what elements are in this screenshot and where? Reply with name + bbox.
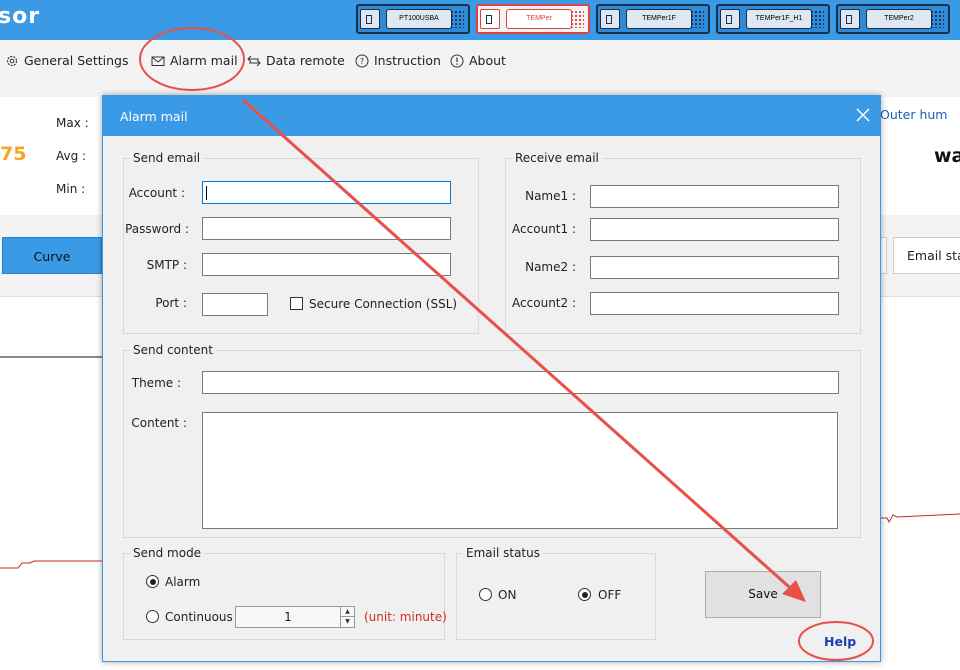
text-cursor <box>206 186 207 200</box>
menu-label: About <box>469 53 506 68</box>
email-status-on-label: ON <box>498 588 517 602</box>
port-label: Port : <box>155 296 187 310</box>
info-circle-icon <box>450 54 464 67</box>
group-title: Send mode <box>130 546 205 560</box>
usb-plug-icon <box>360 9 380 29</box>
group-title: Send email <box>130 151 204 165</box>
smtp-input[interactable] <box>202 253 451 276</box>
ssl-label: Secure Connection (SSL) <box>309 297 458 311</box>
interval-stepper[interactable]: 1 ▲ ▼ <box>235 606 355 628</box>
account1-input[interactable] <box>590 218 839 241</box>
status-text-fragment: wa <box>934 145 960 167</box>
tab-email-status[interactable]: Email sta <box>893 237 960 274</box>
password-label: Password : <box>125 222 189 236</box>
help-link[interactable]: Help <box>824 634 856 649</box>
name1-label: Name1 : <box>525 189 576 203</box>
svg-text:?: ? <box>360 57 364 66</box>
close-icon[interactable] <box>854 106 872 124</box>
min-label: Min : <box>56 182 86 196</box>
dialog-title: Alarm mail <box>120 109 188 124</box>
menu-alarm-mail[interactable]: Alarm mail <box>151 53 238 68</box>
interval-unit-label: (unit: minute) <box>364 610 447 624</box>
account2-label: Account2 : <box>512 296 576 310</box>
content-textarea[interactable] <box>202 412 838 529</box>
device-tab-temper1f[interactable]: TEMPer1F <box>596 4 710 34</box>
ssl-checkbox[interactable] <box>290 297 303 310</box>
alarm-mode-label: Alarm <box>165 575 201 589</box>
menu-instruction[interactable]: ? Instruction <box>355 53 441 68</box>
interval-value: 1 <box>284 610 292 624</box>
theme-label: Theme : <box>131 376 181 390</box>
menu-label: General Settings <box>24 53 129 68</box>
continuous-mode-radio[interactable] <box>146 610 159 623</box>
continuous-mode-label: Continuous <box>165 610 233 624</box>
group-title: Send content <box>130 343 216 357</box>
chevron-down-icon[interactable]: ▼ <box>341 617 354 627</box>
alarm-mode-radio[interactable] <box>146 575 159 588</box>
avg-label: Avg : <box>56 149 87 163</box>
device-tab-pt100usba[interactable]: PT100USBA <box>356 4 470 34</box>
menu-data-remote[interactable]: Data remote <box>247 53 345 68</box>
menu-bar: General Settings Alarm mail Data remote … <box>0 46 960 76</box>
vent-dots-icon <box>570 10 584 28</box>
menu-general-settings[interactable]: General Settings <box>5 53 129 68</box>
device-tab-temper[interactable]: TEMPer <box>476 4 590 34</box>
app-brand-logo: sor <box>0 4 41 29</box>
vent-dots-icon <box>690 10 704 28</box>
usb-plug-icon <box>600 9 620 29</box>
password-input[interactable] <box>202 217 451 240</box>
temperature-series-line <box>0 560 102 569</box>
vent-dots-icon <box>810 10 824 28</box>
device-label: TEMPer2 <box>866 9 932 29</box>
device-label: PT100USBA <box>386 9 452 29</box>
content-label: Content : <box>131 416 187 430</box>
name2-input[interactable] <box>590 256 839 279</box>
dialog-title-bar: Alarm mail <box>103 96 880 136</box>
vent-dots-icon <box>450 10 464 28</box>
chevron-up-icon[interactable]: ▲ <box>341 607 354 617</box>
gear-icon <box>6 55 18 66</box>
envelope-icon <box>151 56 165 66</box>
max-label: Max : <box>56 116 89 130</box>
menu-label: Alarm mail <box>170 53 238 68</box>
menu-label: Instruction <box>374 53 441 68</box>
send-account-input[interactable] <box>202 181 451 204</box>
account2-input[interactable] <box>590 292 839 315</box>
tab-curve[interactable]: Curve <box>2 237 102 274</box>
group-title: Email status <box>463 546 543 560</box>
transfer-arrows-icon <box>247 55 261 66</box>
theme-input[interactable] <box>202 371 839 394</box>
port-input[interactable] <box>202 293 268 316</box>
account-label: Account : <box>128 186 185 200</box>
menu-about[interactable]: About <box>450 53 506 68</box>
outer-hum-label: Outer hum <box>880 107 948 122</box>
stepper-buttons[interactable]: ▲ ▼ <box>340 607 354 627</box>
usb-plug-icon <box>840 9 860 29</box>
temperature-value: 75 <box>0 143 27 165</box>
device-label: TEMPer1F_H1 <box>746 9 812 29</box>
name1-input[interactable] <box>590 185 839 208</box>
smtp-label: SMTP : <box>146 258 187 272</box>
email-status-on-radio[interactable] <box>479 588 492 601</box>
app-title-bar: sor PT100USBA TEMPer TEMPer1F TEMPer1F_H… <box>0 0 960 40</box>
device-tab-temper1f-h1[interactable]: TEMPer1F_H1 <box>716 4 830 34</box>
device-label: TEMPer1F <box>626 9 692 29</box>
email-status-off-radio[interactable] <box>578 588 591 601</box>
question-circle-icon: ? <box>355 54 369 67</box>
group-title: Receive email <box>512 151 602 165</box>
tab-partial[interactable] <box>880 237 887 274</box>
account1-label: Account1 : <box>512 222 576 236</box>
device-tab-temper2[interactable]: TEMPer2 <box>836 4 950 34</box>
usb-plug-icon <box>480 9 500 29</box>
menu-label: Data remote <box>266 53 345 68</box>
temperature-series-line-right <box>881 513 960 524</box>
vent-dots-icon <box>930 10 944 28</box>
name2-label: Name2 : <box>525 260 576 274</box>
save-button[interactable]: Save <box>705 571 821 618</box>
email-status-off-label: OFF <box>598 588 622 602</box>
device-label: TEMPer <box>506 9 572 29</box>
usb-plug-icon <box>720 9 740 29</box>
alarm-mail-dialog: Alarm mail Send email Account : Password… <box>102 95 881 662</box>
